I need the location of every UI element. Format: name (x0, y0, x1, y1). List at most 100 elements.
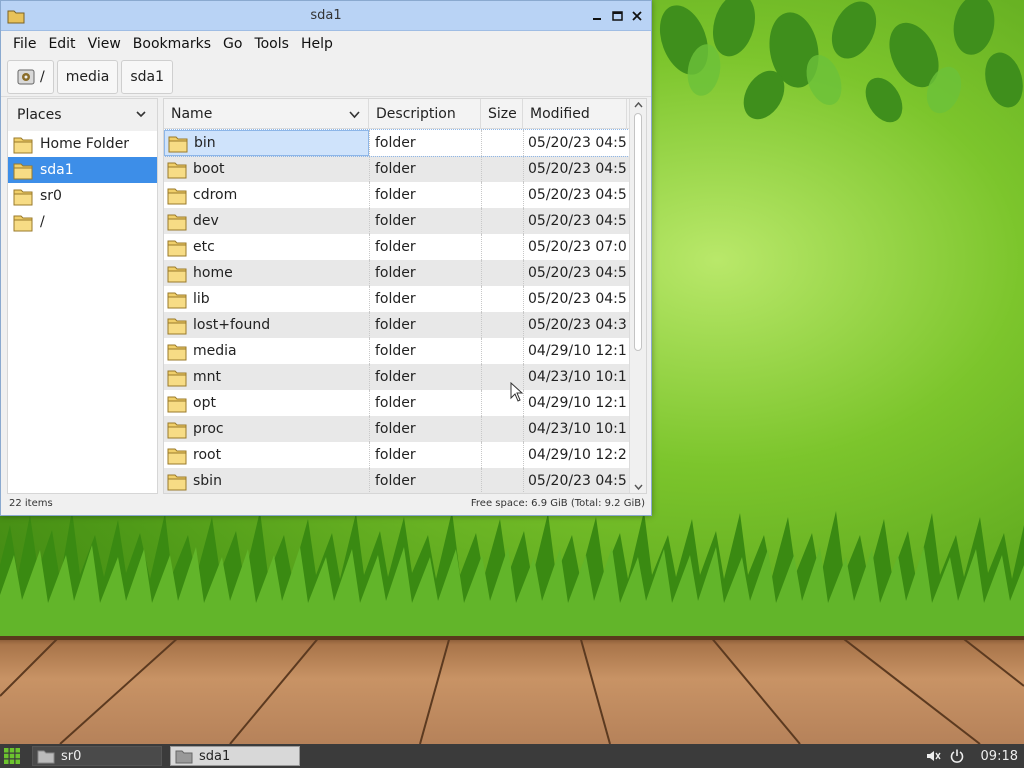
file-modified-cell: 04/23/10 10:11 (523, 364, 627, 390)
table-row[interactable]: proc folder 04/23/10 10:11 (164, 416, 629, 442)
file-name-cell[interactable]: lost+found (164, 312, 369, 338)
taskbar-item-sr0[interactable]: sr0 (32, 746, 162, 766)
file-name: lost+found (193, 317, 271, 333)
file-description-cell: folder (369, 260, 481, 286)
table-row[interactable]: etc folder 05/20/23 07:01 (164, 234, 629, 260)
sort-down-icon (349, 111, 360, 119)
menu-go[interactable]: Go (217, 36, 248, 52)
folder-icon (13, 215, 33, 232)
column-name[interactable]: Name (164, 99, 369, 128)
places-sidebar: Places Home Folder sda1 sr0 / (7, 98, 158, 494)
table-row[interactable]: home folder 05/20/23 04:54 (164, 260, 629, 286)
file-size-cell (481, 182, 523, 208)
folder-icon (167, 266, 187, 283)
path-root-button[interactable]: / (7, 59, 54, 94)
chevron-down-icon[interactable] (135, 108, 147, 120)
file-name-cell[interactable]: root (164, 442, 369, 468)
file-description-cell: folder (369, 286, 481, 312)
sidebar-item-home-folder[interactable]: Home Folder (8, 131, 157, 157)
volume-muted-icon[interactable] (925, 748, 941, 764)
scrollbar-thumb[interactable] (634, 113, 642, 351)
menu-edit[interactable]: Edit (42, 36, 81, 52)
file-name-cell[interactable]: home (164, 260, 369, 286)
table-row[interactable]: lib folder 05/20/23 04:55 (164, 286, 629, 312)
path-segment-media[interactable]: media (56, 59, 119, 94)
table-row[interactable]: sbin folder 05/20/23 04:55 (164, 468, 629, 493)
file-name-cell[interactable]: opt (164, 390, 369, 416)
table-row[interactable]: cdrom folder 05/20/23 04:53 (164, 182, 629, 208)
file-name: etc (193, 239, 215, 255)
sidebar-item-sda1[interactable]: sda1 (8, 157, 157, 183)
file-modified: 04/23/10 10:11 (528, 421, 627, 437)
column-header: Name Description Size Modified (164, 99, 646, 129)
file-modified: 05/20/23 04:55 (528, 135, 627, 151)
file-name-cell[interactable]: boot (164, 156, 369, 182)
file-modified: 05/20/23 04:54 (528, 213, 627, 229)
folder-icon (167, 448, 187, 465)
file-description: folder (375, 187, 416, 203)
table-row[interactable]: media folder 04/29/10 12:17 (164, 338, 629, 364)
column-description[interactable]: Description (369, 99, 481, 128)
file-name-cell[interactable]: sbin (164, 468, 369, 493)
power-icon[interactable] (949, 748, 965, 764)
folder-icon (167, 396, 187, 413)
vertical-scrollbar[interactable] (629, 99, 646, 493)
folder-icon (167, 474, 187, 491)
title-bar[interactable]: sda1 (1, 1, 651, 31)
file-name-cell[interactable]: proc (164, 416, 369, 442)
file-description: folder (375, 291, 416, 307)
file-modified-cell: 04/29/10 12:17 (523, 390, 627, 416)
places-header[interactable]: Places (8, 99, 157, 131)
table-row[interactable]: opt folder 04/29/10 12:17 (164, 390, 629, 416)
menu-bar: File Edit View Bookmarks Go Tools Help (1, 31, 651, 57)
menu-file[interactable]: File (7, 36, 42, 52)
file-modified: 04/23/10 10:11 (528, 369, 627, 385)
file-modified-cell: 05/20/23 04:55 (523, 286, 627, 312)
file-name: bin (194, 135, 216, 151)
table-row[interactable]: bin folder 05/20/23 04:55 (164, 129, 630, 157)
file-size-cell (481, 468, 523, 493)
table-row[interactable]: root folder 04/29/10 12:28 (164, 442, 629, 468)
scroll-up-icon[interactable] (634, 101, 643, 110)
table-row[interactable]: mnt folder 04/23/10 10:11 (164, 364, 629, 390)
file-name-cell[interactable]: etc (164, 234, 369, 260)
path-segment-sda1[interactable]: sda1 (121, 59, 173, 94)
menu-bookmarks[interactable]: Bookmarks (127, 36, 217, 52)
scroll-down-icon[interactable] (634, 482, 643, 491)
file-name-cell[interactable]: mnt (164, 364, 369, 390)
folder-icon (13, 137, 33, 154)
menu-help[interactable]: Help (295, 36, 339, 52)
table-row[interactable]: lost+found folder 05/20/23 04:32 (164, 312, 629, 338)
file-name: proc (193, 421, 224, 437)
app-menu-button[interactable] (0, 744, 24, 768)
column-modified[interactable]: Modified (523, 99, 627, 128)
sidebar-item-root[interactable]: / (8, 209, 157, 235)
table-row[interactable]: dev folder 05/20/23 04:54 (164, 208, 629, 234)
sidebar-item-sr0[interactable]: sr0 (8, 183, 157, 209)
column-description-label: Description (376, 105, 456, 122)
file-name-cell[interactable]: bin (164, 130, 369, 156)
close-button[interactable] (629, 7, 645, 25)
file-modified: 05/20/23 04:54 (528, 265, 627, 281)
folder-icon (167, 162, 187, 179)
file-name-cell[interactable]: media (164, 338, 369, 364)
menu-view[interactable]: View (82, 36, 127, 52)
file-name-cell[interactable]: cdrom (164, 182, 369, 208)
file-name-cell[interactable]: dev (164, 208, 369, 234)
window-title: sda1 (310, 8, 342, 23)
file-name-cell[interactable]: lib (164, 286, 369, 312)
minimize-button[interactable] (589, 7, 605, 25)
path-bar: / media sda1 (1, 57, 651, 97)
file-description-cell: folder (369, 156, 481, 182)
maximize-button[interactable] (609, 7, 625, 25)
file-description: folder (375, 369, 416, 385)
file-name: dev (193, 213, 219, 229)
file-name: media (193, 343, 237, 359)
menu-tools[interactable]: Tools (248, 36, 295, 52)
table-row[interactable]: boot folder 05/20/23 04:55 (164, 156, 629, 182)
column-size[interactable]: Size (481, 99, 523, 128)
taskbar-item-sda1[interactable]: sda1 (170, 746, 300, 766)
grass-decoration (0, 510, 1024, 645)
file-description: folder (375, 161, 416, 177)
file-description-cell: folder (369, 312, 481, 338)
